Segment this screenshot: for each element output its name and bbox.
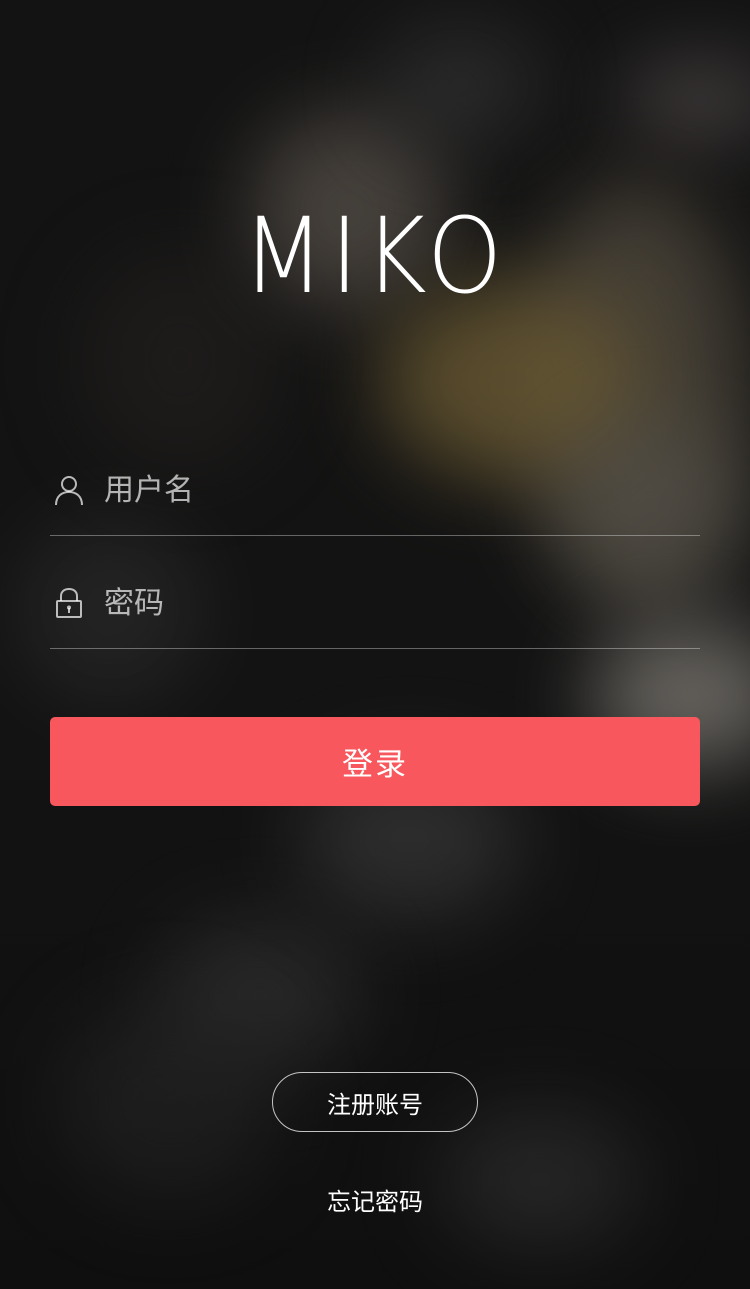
password-input[interactable] [104,578,700,628]
username-input[interactable] [104,465,700,515]
username-field[interactable] [50,445,700,536]
password-field[interactable] [50,558,700,649]
user-icon [52,473,86,507]
app-logo: MIKO [242,195,508,317]
login-button[interactable]: 登录 [50,717,700,806]
register-button[interactable]: 注册账号 [272,1072,478,1132]
login-screen: MIKO 登录 注册账号 忘记密码 [0,0,750,1289]
lock-icon [52,586,86,620]
forgot-password-link[interactable]: 忘记密码 [0,1184,750,1220]
